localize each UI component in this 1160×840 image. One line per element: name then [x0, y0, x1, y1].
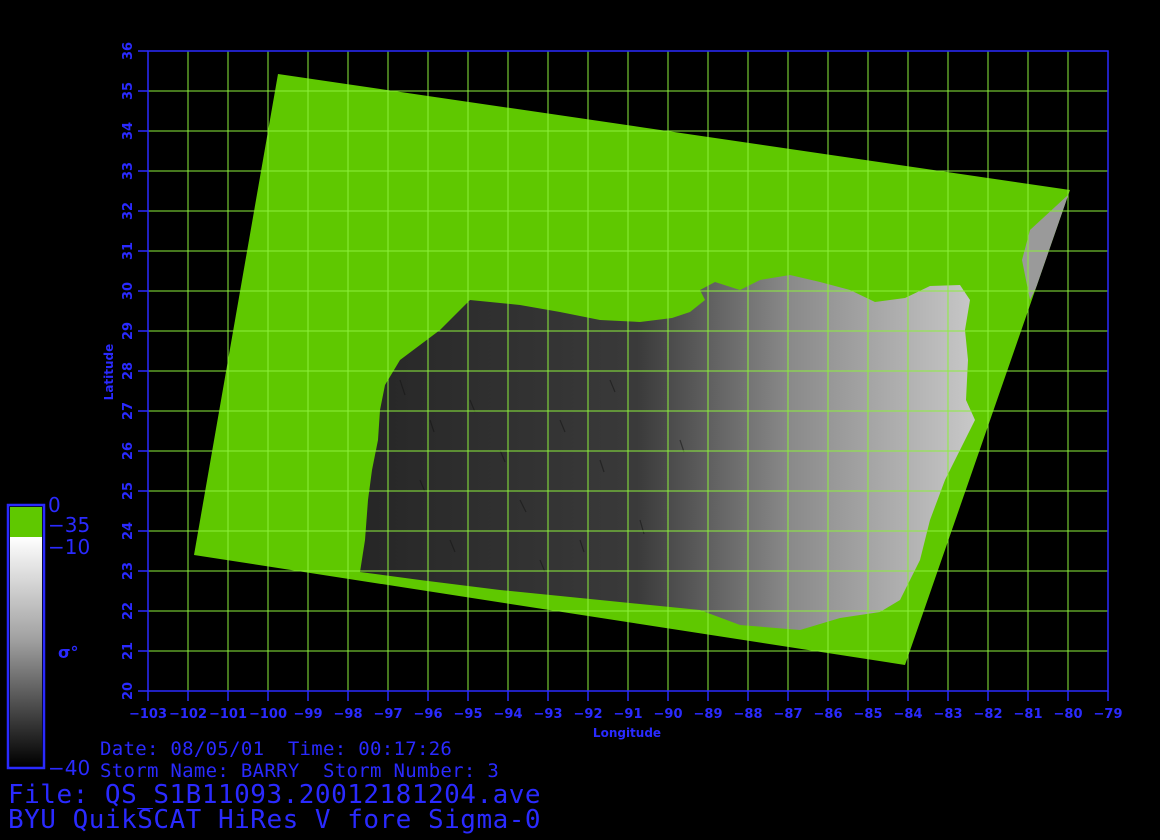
y-tick-label: 32: [121, 202, 136, 220]
y-axis-title: Latitude: [102, 344, 116, 401]
colorbar-symbol: σ°: [58, 643, 79, 662]
y-tick-label: 28: [121, 362, 136, 380]
x-tick-label: −80: [1054, 707, 1083, 722]
x-tick-label: −98: [334, 707, 363, 722]
y-tick-label: 35: [121, 82, 136, 100]
x-tick-label: −84: [894, 707, 923, 722]
x-tick-label: −91: [614, 707, 643, 722]
y-tick-label: 30: [121, 282, 136, 300]
colorbar-label-bottom: −40: [48, 756, 91, 780]
x-tick-label: −89: [694, 707, 723, 722]
x-tick-label: −103: [129, 707, 167, 722]
y-tick-label: 31: [121, 242, 136, 260]
x-tick-label: −81: [1014, 707, 1043, 722]
x-tick-label: −94: [494, 707, 523, 722]
y-tick-label: 27: [121, 402, 136, 420]
x-tick-label: −87: [774, 707, 803, 722]
x-tick-label: −88: [734, 707, 763, 722]
y-tick-label: 24: [121, 522, 136, 540]
date-time-line: Date: 08/05/01 Time: 00:17:26: [100, 738, 453, 760]
x-tick-label: −102: [169, 707, 207, 722]
y-tick-label: 22: [121, 602, 136, 620]
map-plot: −103 −102 −101 −100 −99 −98 −97 −96 −95 −94 −93 −92…: [6, 42, 1123, 770]
x-tick-label: −97: [374, 707, 403, 722]
x-tick-label: −100: [249, 707, 287, 722]
y-tick-label: 23: [121, 562, 136, 580]
x-tick-label: −96: [414, 707, 443, 722]
x-tick-label: −93: [534, 707, 563, 722]
x-tick-label: −95: [454, 707, 483, 722]
colorbar: [6, 503, 46, 770]
y-tick-label: 29: [121, 322, 136, 340]
y-tick-label: 25: [121, 482, 136, 500]
y-tick-label: 34: [121, 122, 136, 140]
x-axis-title: Longitude: [593, 726, 661, 740]
y-tick-label: 33: [121, 162, 136, 180]
colorbar-label-upper: −10: [48, 535, 91, 559]
x-tick-label: −92: [574, 707, 603, 722]
x-tick-label: −86: [814, 707, 843, 722]
x-tick-label: −82: [974, 707, 1003, 722]
storm-line: Storm Name: BARRY Storm Number: 3: [100, 760, 500, 782]
y-tick-label: 26: [121, 442, 136, 460]
x-tick-label: −101: [209, 707, 247, 722]
x-tick-label: −90: [654, 707, 683, 722]
colorbar-land-swatch: [10, 507, 42, 537]
x-tick-label: −85: [854, 707, 883, 722]
y-tick-label: 36: [121, 42, 136, 60]
x-tick-label: −83: [934, 707, 963, 722]
colorbar-label-land: −35: [48, 513, 91, 537]
y-tick-label: 20: [121, 682, 136, 700]
colorbar-gradient: [10, 537, 42, 766]
y-tick-label: 21: [121, 642, 136, 660]
product-title: BYU QuikSCAT HiRes V fore Sigma-0: [8, 805, 542, 835]
x-tick-label: −99: [294, 707, 323, 722]
x-tick-label: −79: [1094, 707, 1123, 722]
